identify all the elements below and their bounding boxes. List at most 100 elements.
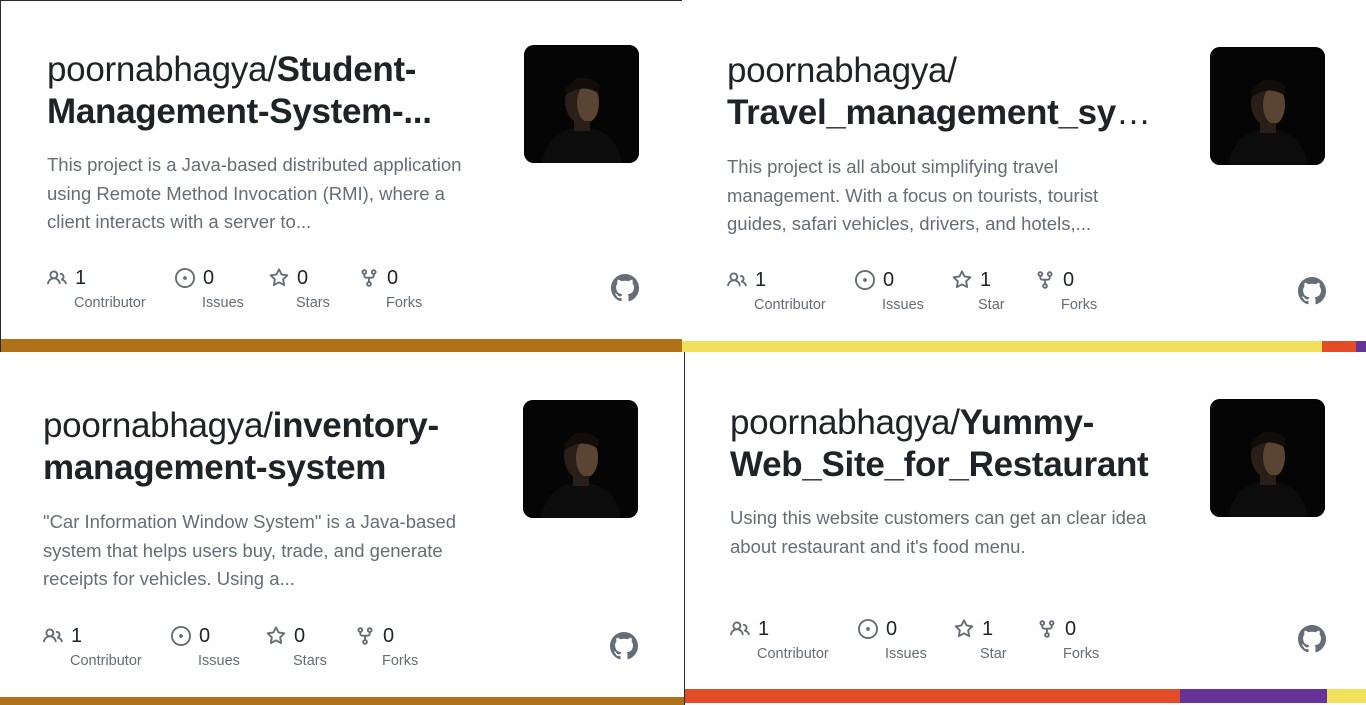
github-mark-icon[interactable] [1298,277,1326,305]
repo-name: Student- [276,50,417,89]
stat-forks[interactable]: 0 Forks [359,266,449,316]
stat-label: Contributor [70,653,142,669]
issue-opened-icon [175,268,195,288]
repo-name: inventory- [272,406,440,445]
issue-opened-icon [171,626,191,646]
language-segment [1327,689,1366,703]
stat-forks[interactable]: 0 Forks [355,624,445,674]
stat-stars[interactable]: 0 Stars [269,266,359,316]
stat-value: 1 [980,268,992,291]
stat-contributors[interactable]: 1 Contributor [727,268,855,318]
github-mark-icon[interactable] [611,274,639,302]
stat-label: Forks [1061,297,1098,313]
stat-label: Contributor [757,646,829,662]
language-bar [0,697,684,705]
stat-label: Forks [382,653,419,669]
repo-name: Web_Site_for_Restaurant [730,445,1149,484]
stat-issues[interactable]: 0 Issues [171,624,266,674]
stat-stars[interactable]: 0 Stars [266,624,355,674]
stat-stars[interactable]: 1 Star [952,268,1035,318]
stat-value: 0 [297,266,309,289]
repo-stats: 1 Contributor 0 Issues 0 Stars 0 Forks [43,624,445,674]
repo-stats: 1 Contributor 0 Issues 1 Star 0 Forks [727,268,1125,318]
repo-stats: 1 Contributor 0 Issues 0 Stars 0 Forks [47,266,449,316]
stat-label: Issues [198,653,240,669]
stat-value: 0 [294,624,306,647]
stat-contributors[interactable]: 1 Contributor [43,624,171,674]
repo-owner: poornabhagya/ [730,403,960,442]
issue-opened-icon [858,619,878,639]
language-segment [1,339,682,352]
stat-value: 0 [886,617,898,640]
repo-title[interactable]: poornabhagya/Yummy- Web_Site_for_Restaur… [730,402,1170,486]
stat-issues[interactable]: 0 Issues [175,266,269,316]
repo-card[interactable]: poornabhagya/ Travel_management_syst... … [682,0,1366,352]
stat-forks[interactable]: 0 Forks [1035,268,1125,318]
stat-label: Stars [293,653,327,669]
stat-value: 1 [758,617,770,640]
people-icon [43,626,63,646]
github-mark-icon[interactable] [1298,625,1326,653]
repo-title[interactable]: poornabhagya/ Travel_management_syst... [727,50,1167,134]
repo-description: "Car Information Window System" is a Jav… [43,511,457,589]
stat-label: Star [978,297,1005,313]
people-icon [730,619,750,639]
language-segment [685,689,1181,703]
stat-value: 1 [75,266,87,289]
language-segment [1321,341,1357,352]
stat-value: 0 [383,624,395,647]
stat-forks[interactable]: 0 Forks [1037,617,1127,667]
stat-contributors[interactable]: 1 Contributor [730,617,858,667]
stat-label: Stars [296,295,330,311]
stat-contributors[interactable]: 1 Contributor [47,266,175,316]
stat-value: 0 [1063,268,1075,291]
stat-value: 1 [982,617,994,640]
star-icon [266,626,286,646]
stat-issues[interactable]: 0 Issues [858,617,954,667]
repo-forked-icon [1037,619,1057,639]
stat-value: 1 [71,624,83,647]
repo-name: Management-System-... [47,92,432,131]
stat-label: Issues [202,295,244,311]
github-mark-icon[interactable] [610,632,638,660]
repo-owner: poornabhagya/ [47,50,277,89]
repo-title[interactable]: poornabhagya/Student- Management-System-… [47,49,487,133]
repo-name: Travel_management_syst... [727,93,1167,132]
stat-label: Issues [885,646,927,662]
stat-value: 0 [1065,617,1077,640]
stat-value: 0 [199,624,211,647]
repo-forked-icon [1035,270,1055,290]
repo-stats: 1 Contributor 0 Issues 1 Star 0 Forks [730,617,1127,667]
star-icon [954,619,974,639]
language-bar [1,339,682,352]
stat-issues[interactable]: 0 Issues [855,268,952,318]
stat-label: Contributor [754,297,826,313]
avatar [524,45,639,163]
repo-description: This project is a Java-based distributed… [47,154,462,232]
issue-opened-icon [855,270,875,290]
people-icon [727,270,747,290]
stat-value: 1 [755,268,767,291]
repo-card[interactable]: poornabhagya/inventory- management-syste… [0,352,684,705]
repo-card[interactable]: poornabhagya/Yummy- Web_Site_for_Restaur… [684,352,1366,705]
language-segment [0,697,684,705]
avatar [523,400,638,518]
star-icon [952,270,972,290]
people-icon [47,268,67,288]
stat-label: Issues [882,297,924,313]
avatar [1210,399,1325,517]
repo-forked-icon [355,626,375,646]
stat-label: Forks [386,295,423,311]
repo-title[interactable]: poornabhagya/inventory- management-syste… [43,405,483,489]
language-bar [685,689,1366,703]
repo-owner: poornabhagya/ [727,51,957,90]
repo-forked-icon [359,268,379,288]
stat-label: Contributor [74,295,146,311]
repo-name: Yummy- [959,403,1095,442]
stat-value: 0 [203,266,215,289]
language-segment [1356,341,1366,352]
repo-name: management-system [43,448,387,487]
stat-stars[interactable]: 1 Star [954,617,1037,667]
repo-card[interactable]: poornabhagya/Student- Management-System-… [0,0,682,352]
stat-value: 0 [883,268,895,291]
